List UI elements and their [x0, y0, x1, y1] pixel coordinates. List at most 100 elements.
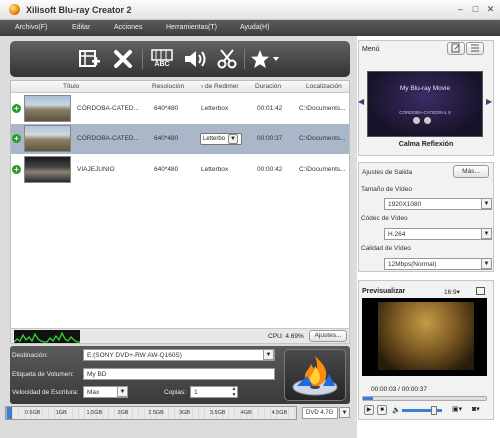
- menu-acciones[interactable]: Acciones: [114, 24, 142, 31]
- close-button[interactable]: ✕: [485, 4, 496, 15]
- video-size-select[interactable]: 1920X1080: [384, 198, 492, 210]
- snapshot-folder-icon[interactable]: ▣▾: [452, 405, 462, 413]
- destination-select[interactable]: E:(SONY DVD+-RW AW-Q160S): [83, 349, 275, 361]
- video-quality-select[interactable]: 12Mbps(Normal): [384, 258, 492, 270]
- destination-label: Destinación:: [12, 352, 48, 359]
- detach-preview-icon[interactable]: [476, 287, 485, 295]
- header-duration[interactable]: Duración: [255, 83, 281, 90]
- next-icon: [424, 117, 431, 124]
- add-icon[interactable]: +: [12, 104, 21, 113]
- next-template-icon[interactable]: ▶: [486, 97, 492, 106]
- capacity-tick-label: 2.5GB: [148, 410, 164, 416]
- output-settings-title: Ajustes de Salida: [362, 169, 413, 176]
- chevron-down-icon[interactable]: ▼: [481, 198, 492, 209]
- video-quality-label: Calidad de Vídeo: [361, 245, 411, 252]
- aspect-ratio-select[interactable]: 16:9▾: [444, 288, 460, 296]
- chevron-down-icon[interactable]: ▼: [481, 258, 492, 269]
- video-codec-select[interactable]: H.264: [384, 228, 492, 240]
- audio-icon[interactable]: [182, 47, 208, 71]
- stop-button[interactable]: ■: [377, 405, 387, 415]
- row-resolution: 640*480: [154, 105, 179, 112]
- header-resize[interactable]: › de Redimer: [201, 83, 239, 90]
- clip-icon[interactable]: [214, 47, 240, 71]
- toolbar-separator: [244, 49, 245, 69]
- play-button[interactable]: ▶: [364, 405, 374, 415]
- header-title[interactable]: Título: [63, 83, 79, 90]
- row-location: C:\Documents...: [299, 105, 346, 112]
- play-icon: [413, 117, 420, 124]
- write-speed-label: Velocidad de Escritura:: [12, 389, 79, 396]
- row-duration: 00:01:42: [257, 105, 283, 112]
- camera-icon[interactable]: ◙▾: [472, 405, 480, 413]
- chevron-down-icon[interactable]: ▼: [228, 134, 238, 144]
- stepper-icon[interactable]: ▲ ▼: [230, 386, 238, 398]
- menu-template-preview[interactable]: [367, 71, 483, 137]
- capacity-tick-label: 4.5GB: [271, 410, 288, 416]
- row-resolution: 640*480: [154, 166, 179, 173]
- chevron-down-icon[interactable]: ▼: [339, 407, 350, 418]
- volume-label: Etiqueta de Volumen:: [12, 371, 74, 378]
- row-resolution: 640*480: [154, 135, 179, 142]
- chevron-down-icon[interactable]: ▼: [263, 349, 274, 360]
- prev-template-icon[interactable]: ◀: [358, 97, 364, 106]
- volume-label-input[interactable]: My BD: [83, 368, 275, 380]
- preview-time: 00:00:03 / 00:00:37: [371, 386, 428, 393]
- preview-title: Previsualizar: [362, 288, 406, 295]
- template-name: Calma Reflexión: [398, 141, 454, 148]
- add-file-icon[interactable]: [77, 47, 103, 71]
- capacity-tick-label: 1.5GB: [86, 410, 103, 416]
- video-codec-label: Códec de Vídeo: [361, 215, 408, 222]
- row-duration: 00:00:42: [257, 166, 283, 173]
- chevron-down-icon[interactable]: ▼: [481, 228, 492, 239]
- menu-panel-title: Menú: [362, 46, 380, 53]
- row-title: VIAJEJUNIO: [77, 166, 115, 173]
- row-title: CÓRDOBA-CATED...: [77, 105, 139, 112]
- window-title: Xilisoft Blu-ray Creator 2: [26, 5, 132, 15]
- header-location[interactable]: Localización: [306, 83, 342, 90]
- toolbar-separator: [142, 49, 143, 69]
- effects-icon[interactable]: [248, 47, 282, 71]
- row-resize: Letterbox: [201, 166, 229, 173]
- preview-seek-bar[interactable]: [362, 396, 487, 401]
- video-thumbnail: [24, 125, 71, 152]
- maximize-button[interactable]: □: [470, 4, 481, 15]
- row-resize: Letterbox: [201, 105, 229, 112]
- toolbar: [10, 41, 350, 77]
- header-resolution[interactable]: Resolución: [152, 83, 184, 90]
- video-thumbnail: [24, 95, 71, 122]
- app-logo-icon: [9, 4, 20, 15]
- cpu-usage: CPU: 4.69%: [268, 333, 304, 340]
- disc-type-select[interactable]: DVD 4.7G: [302, 407, 338, 419]
- chevron-down-icon[interactable]: ▼: [117, 386, 128, 397]
- add-icon[interactable]: +: [12, 165, 21, 174]
- row-location: C:\Documents...: [299, 166, 346, 173]
- menu-herramientas[interactable]: Herramientas(T): [166, 24, 217, 31]
- row-duration: 00:00:37: [257, 135, 283, 142]
- capacity-tick-label: 3.5GB: [209, 410, 226, 416]
- add-icon[interactable]: +: [12, 134, 21, 143]
- more-settings-button[interactable]: Más...: [453, 165, 489, 178]
- copies-label: Copias:: [164, 389, 187, 396]
- capacity-tick-label: 2GB: [117, 410, 129, 416]
- row-location: C:\Documents...: [299, 135, 346, 142]
- video-thumbnail: [24, 156, 71, 183]
- capacity-tick-label: 3GB: [179, 410, 191, 416]
- menu-ayuda[interactable]: Ayuda(H): [240, 24, 269, 31]
- capacity-tick-label: 1GB: [55, 410, 67, 416]
- minimize-button[interactable]: –: [455, 4, 466, 15]
- menu-preview-item: CÓRDOBA-CATEDRAL 8: [399, 110, 451, 115]
- menu-editar[interactable]: Editar: [72, 24, 90, 31]
- burn-disc-icon: [292, 356, 338, 396]
- edit-menu-icon[interactable]: [447, 42, 465, 55]
- seek-fill: [363, 397, 373, 400]
- subtitle-icon[interactable]: ABC: [149, 47, 175, 71]
- row-title: CÓRDOBA-CATED...: [77, 135, 139, 142]
- volume-icon[interactable]: 🔈: [392, 406, 401, 414]
- list-view-icon[interactable]: [466, 42, 484, 55]
- menu-archivo[interactable]: Archivo(F): [15, 24, 47, 31]
- settings-button[interactable]: Ajustes...: [309, 330, 347, 342]
- capacity-tick-label: 4GB: [240, 410, 252, 416]
- volume-handle[interactable]: [431, 406, 437, 415]
- burn-button[interactable]: [284, 349, 346, 401]
- delete-icon[interactable]: [110, 47, 136, 71]
